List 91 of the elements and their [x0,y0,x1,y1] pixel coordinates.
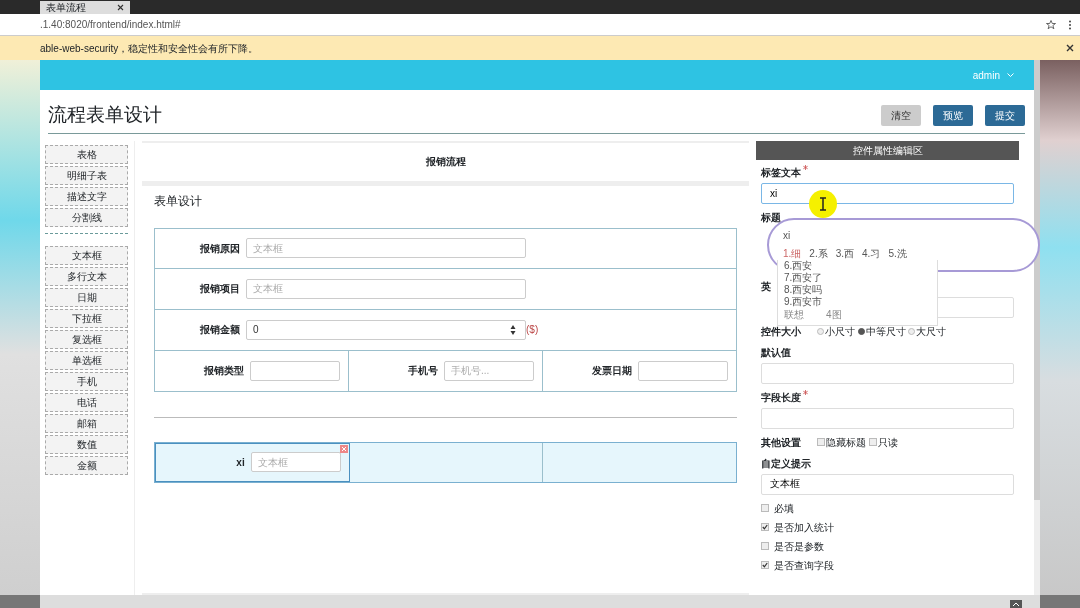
field-label: 其他设置 [761,435,801,450]
input-field[interactable] [638,360,728,381]
field-label: 标题 [761,210,781,225]
ime-candidate[interactable]: 2.系 [809,246,828,261]
form-title: 报销流程 [425,155,466,170]
menu-icon[interactable] [1066,19,1074,30]
field-label: 字段长度 [761,390,801,405]
star-icon[interactable] [1046,19,1056,30]
ime-footer-item[interactable]: 4图 [826,309,842,320]
delete-icon[interactable] [339,444,348,453]
field-label: 手机号 [407,364,438,379]
palette-item[interactable]: 电话 [45,392,128,412]
palette-item[interactable]: 手机 [45,371,128,391]
palette-item[interactable]: 下拉框 [45,308,128,328]
ime-typed-text: xi [783,229,791,243]
currency-label: ($) [526,323,539,338]
tab-title: 表单流程 [46,1,86,14]
input-field[interactable]: 文本框 [250,452,341,473]
input-field[interactable] [250,360,340,381]
ime-candidate[interactable]: 3.西 [835,246,855,261]
palette-item[interactable]: 数值 [45,434,128,454]
option[interactable]: 中等尺寸 [857,323,906,339]
field-label: 自定义提示 [761,456,811,471]
palette-item[interactable]: 复选框 [45,329,128,349]
palette-item[interactable]: 邮箱 [45,413,128,433]
action-button[interactable]: 提交 [985,104,1025,126]
checkbox[interactable] [761,561,769,570]
checkbox[interactable] [817,438,825,447]
field-label: 控件大小 [761,324,801,339]
selected-form-cell[interactable]: xi 文本框 [155,442,350,482]
close-icon[interactable] [117,4,124,11]
field-label: 英 [761,279,771,294]
field-label: 报销金额 [199,323,240,338]
checkbox-option[interactable]: 是否查询字段 [761,557,1014,573]
page-title: 流程表单设计 [48,104,163,127]
palette-item[interactable]: 金额 [45,455,128,475]
close-icon[interactable] [1066,44,1074,52]
browser-tab[interactable]: 表单流程 [40,1,130,14]
checkbox-option[interactable]: 是否是参数 [761,538,1014,554]
scrollbar[interactable] [1034,60,1040,595]
checkbox[interactable] [761,542,769,551]
checkbox-option[interactable]: 必填 [761,500,1014,516]
ime-footer-item[interactable]: 联想 [784,309,804,320]
ime-candidate[interactable]: 4.习 [862,246,881,261]
required-icon [803,389,808,395]
ime-candidate[interactable]: 9.西安市 [784,296,823,308]
field-label: 报销项目 [199,282,240,297]
panel-header: 控件属性编辑区 [756,140,1019,160]
chevron-down-icon [1007,72,1014,78]
input-field[interactable]: 手机号... [444,360,534,381]
action-button[interactable]: 预览 [933,104,973,126]
field-label: 标签文本 [761,165,801,180]
input-field[interactable] [761,362,1014,384]
ime-candidate[interactable]: 6.西安 [784,260,813,272]
warning-message: able-web-security，稳定性和安全性会有所下降。 [40,41,260,56]
palette-item[interactable]: 描述文字 [45,186,128,206]
checkbox-option[interactable]: 是否加入统计 [761,519,1014,535]
palette-item[interactable]: 分割线 [45,207,128,227]
input-field[interactable] [761,407,1014,429]
palette-item[interactable]: 明细子表 [45,165,128,185]
field-label: 默认值 [761,345,791,360]
option[interactable]: 隐藏标题 [817,434,866,450]
checkbox[interactable] [761,504,769,513]
input-field[interactable]: 文本框 [761,473,1014,495]
option[interactable]: 只读 [868,434,898,450]
ime-candidate[interactable]: 7.西安了 [784,272,823,284]
input-field[interactable]: 文本框 [246,278,526,299]
option[interactable]: 大尺寸 [908,323,946,339]
input-field[interactable]: xi [761,182,1014,204]
required-icon [803,164,808,170]
palette-item[interactable]: 表格 [45,144,128,164]
field-label: 报销类型 [203,364,244,379]
palette-item[interactable]: 多行文本 [45,266,128,286]
scroll-up-icon[interactable] [1010,600,1022,608]
cursor-highlight-icon [808,189,838,219]
input-field[interactable]: 0 [246,319,526,340]
checkbox[interactable] [868,438,877,447]
checkbox[interactable] [761,523,769,532]
action-button[interactable]: 清空 [881,104,921,126]
input-field[interactable]: 文本框 [246,238,526,259]
palette-item[interactable]: 单选框 [45,350,128,370]
field-label: xi [235,455,245,470]
ime-candidate[interactable]: 5.洗 [888,246,907,261]
ime-candidate[interactable]: 1.细 [783,246,802,261]
option[interactable]: 小尺寸 [817,323,855,339]
ime-candidate[interactable]: 8.西安吗 [784,284,823,296]
palette-item[interactable]: 文本框 [45,245,128,265]
field-label: 报销原因 [199,241,240,256]
section-title: 表单设计 [154,192,203,210]
palette-item[interactable]: 日期 [45,287,128,307]
field-label: 发票日期 [591,364,632,379]
